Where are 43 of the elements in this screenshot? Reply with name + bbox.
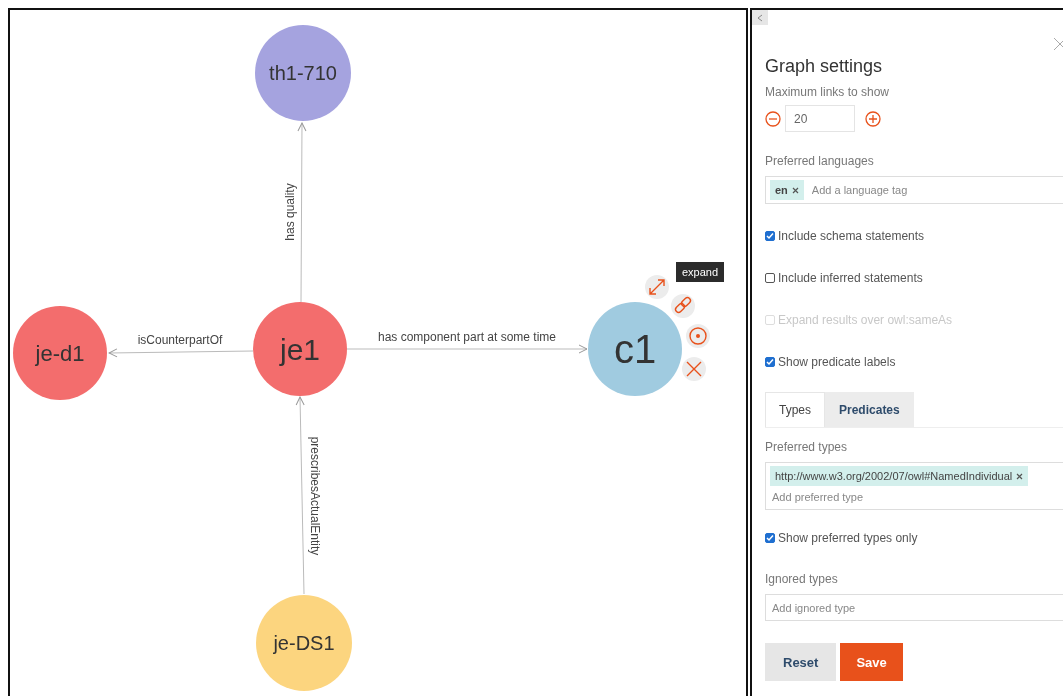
tag-field[interactable]: Add ignored type <box>765 594 1063 621</box>
tag-chip[interactable]: http://www.w3.org/2002/07/owl#NamedIndividual <box>770 466 1029 486</box>
checkbox[interactable] <box>765 357 775 367</box>
close-icon[interactable] <box>1053 37 1063 51</box>
field-label: Maximum links to show <box>765 85 891 99</box>
field-label: Preferred languages <box>765 154 875 168</box>
checkbox-option[interactable]: Show predicate labels <box>765 354 1063 370</box>
checkbox[interactable] <box>765 231 775 241</box>
tag-field[interactable]: en Add a language tag <box>765 176 1063 204</box>
graph-edge: has quality <box>283 122 307 303</box>
tab[interactable]: Predicates <box>825 392 914 427</box>
checkbox-option[interactable]: Show preferred types only <box>765 530 1063 546</box>
checkbox-option[interactable]: Include inferred statements <box>765 270 1063 286</box>
remove-tag-icon[interactable] <box>791 187 799 194</box>
save-button[interactable]: Save <box>840 643 903 681</box>
expand-icon[interactable] <box>645 275 669 299</box>
remove-icon[interactable] <box>682 357 706 381</box>
field-label: Preferred types <box>765 440 849 454</box>
graph-node[interactable]: je-d1 <box>13 306 107 400</box>
minus-icon[interactable] <box>765 110 781 127</box>
tag-field[interactable]: http://www.w3.org/2002/07/owl#NamedIndividual Add preferred type <box>765 462 1063 510</box>
tab[interactable]: Types <box>765 392 825 427</box>
focus-icon[interactable] <box>686 324 710 348</box>
graph-node[interactable]: th1-710 <box>255 25 351 121</box>
graph-edge: has component part at some time <box>346 330 588 354</box>
graph-node[interactable]: c1 <box>588 302 682 396</box>
graph-node[interactable]: je-DS1 <box>256 595 352 691</box>
plus-icon[interactable] <box>865 110 881 127</box>
number-field[interactable]: 20 <box>785 105 855 132</box>
checkbox-option[interactable]: Include schema statements <box>765 228 1063 244</box>
graph-edge: prescribesActualEntity <box>295 396 322 595</box>
graph-node[interactable]: je1 <box>253 302 347 396</box>
link-icon[interactable] <box>671 294 695 318</box>
graph-edge: isCounterpartOf <box>108 333 254 358</box>
tooltip: expand <box>676 262 725 282</box>
panel-title: Graph settings <box>765 56 884 77</box>
checkbox[interactable] <box>765 533 775 543</box>
checkbox[interactable] <box>765 273 775 283</box>
field-label: Ignored types <box>765 572 839 586</box>
chevron-icon <box>757 13 763 22</box>
tag-chip[interactable]: en <box>770 180 804 200</box>
remove-tag-icon[interactable] <box>1016 473 1024 480</box>
reset-button[interactable]: Reset <box>765 643 837 681</box>
